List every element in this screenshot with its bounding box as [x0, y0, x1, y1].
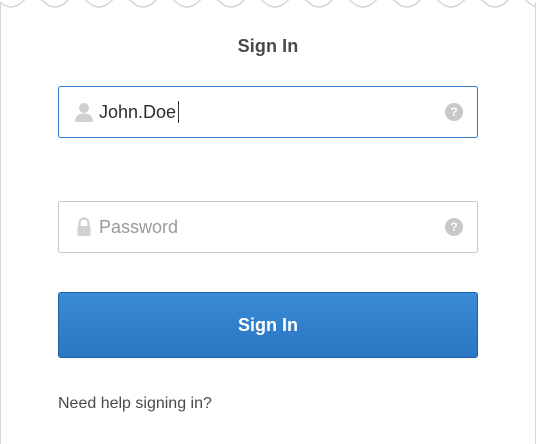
help-signing-in-link[interactable]: Need help signing in? [58, 395, 212, 413]
text-cursor [178, 101, 180, 123]
question-mark-icon[interactable]: ? [445, 218, 463, 236]
password-input[interactable] [99, 202, 429, 252]
question-mark-icon[interactable]: ? [445, 103, 463, 121]
page-title: Sign In [237, 36, 299, 56]
username-value: John.Doe [99, 101, 177, 122]
password-field[interactable]: ? [58, 201, 478, 253]
lock-icon [77, 217, 91, 236]
username-input[interactable]: John.Doe [99, 87, 180, 137]
sign-in-card: Sign In John.Doe ? ? Sign In Need help s… [0, 0, 536, 444]
torn-edge-decoration [0, 0, 536, 8]
user-icon [75, 103, 93, 122]
username-field[interactable]: John.Doe ? [58, 86, 478, 138]
sign-in-button[interactable]: Sign In [58, 292, 478, 358]
